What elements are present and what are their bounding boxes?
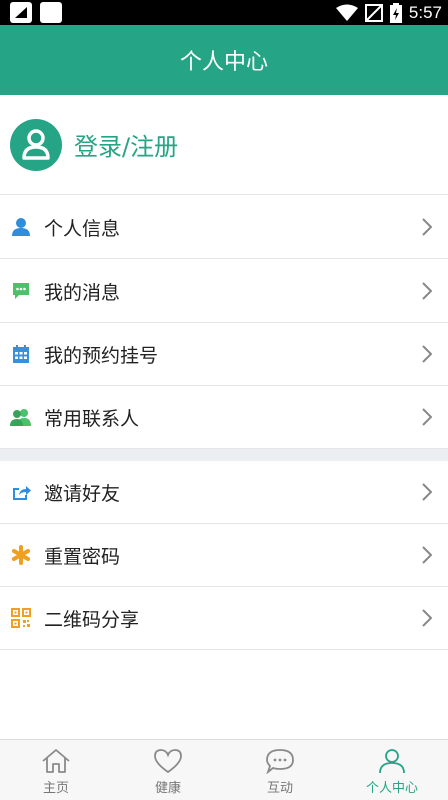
tab-label: 主页 xyxy=(42,781,69,796)
notification-app-icon xyxy=(10,2,32,23)
user-icon xyxy=(379,749,405,774)
chevron-right-icon xyxy=(422,282,432,300)
status-bar: 5:57 xyxy=(0,0,448,25)
menu-label: 重置密码 xyxy=(44,545,121,568)
menu-item-my-appointments[interactable]: 我的预约挂号 xyxy=(0,323,448,386)
tab-label: 个人中心 xyxy=(365,781,418,796)
section-divider xyxy=(0,449,448,461)
menu-label: 我的预约挂号 xyxy=(44,344,159,367)
login-register-link[interactable]: 登录/注册 xyxy=(74,127,178,162)
battery-icon xyxy=(389,2,402,23)
tab-label: 互动 xyxy=(266,781,293,796)
qrcode-icon xyxy=(10,607,32,629)
asterisk-icon xyxy=(10,544,32,566)
page-title-bar: 个人中心 xyxy=(0,25,448,95)
page-title: 个人中心 xyxy=(179,50,268,75)
chevron-right-icon xyxy=(422,609,432,627)
menu-label: 我的消息 xyxy=(44,281,121,304)
menu-item-invite-friends[interactable]: 邀请好友 xyxy=(0,461,448,524)
menu-item-personal-info[interactable]: 个人信息 xyxy=(0,196,448,259)
menu-label: 常用联系人 xyxy=(44,407,140,430)
system-status: 5:57 xyxy=(335,2,442,23)
menu-item-contacts[interactable]: 常用联系人 xyxy=(0,386,448,449)
contacts-icon xyxy=(10,406,32,428)
chevron-right-icon xyxy=(422,408,432,426)
chevron-right-icon xyxy=(422,483,432,501)
message-icon xyxy=(10,280,32,302)
chat-icon xyxy=(266,749,294,774)
tab-interaction[interactable]: 互动 xyxy=(224,740,336,800)
menu-label: 个人信息 xyxy=(44,217,121,240)
menu-item-my-messages[interactable]: 我的消息 xyxy=(0,260,448,323)
person-icon xyxy=(10,216,32,238)
notification-blank-icon xyxy=(40,2,62,23)
tab-profile[interactable]: 个人中心 xyxy=(336,740,448,800)
tab-health[interactable]: 健康 xyxy=(112,740,224,800)
bottom-tab-bar: 主页 健康 互动 个人中心 xyxy=(0,739,448,800)
tab-home[interactable]: 主页 xyxy=(0,740,112,800)
tab-label: 健康 xyxy=(154,781,181,796)
menu-item-reset-password[interactable]: 重置密码 xyxy=(0,524,448,587)
chevron-right-icon xyxy=(422,546,432,564)
menu-item-qrcode-share[interactable]: 二维码分享 xyxy=(0,587,448,650)
menu-label: 二维码分享 xyxy=(44,608,140,631)
chevron-right-icon xyxy=(422,218,432,236)
chevron-right-icon xyxy=(422,345,432,363)
notification-icons xyxy=(10,2,62,23)
avatar-icon xyxy=(10,118,62,171)
share-icon xyxy=(10,481,32,503)
login-register-row[interactable]: 登录/注册 xyxy=(0,95,448,195)
no-signal-icon xyxy=(364,3,383,22)
calendar-icon xyxy=(10,343,32,365)
home-icon xyxy=(42,749,70,773)
heart-icon xyxy=(154,749,182,774)
status-time: 5:57 xyxy=(408,2,442,22)
wifi-icon xyxy=(335,4,358,21)
menu-label: 邀请好友 xyxy=(44,482,121,505)
